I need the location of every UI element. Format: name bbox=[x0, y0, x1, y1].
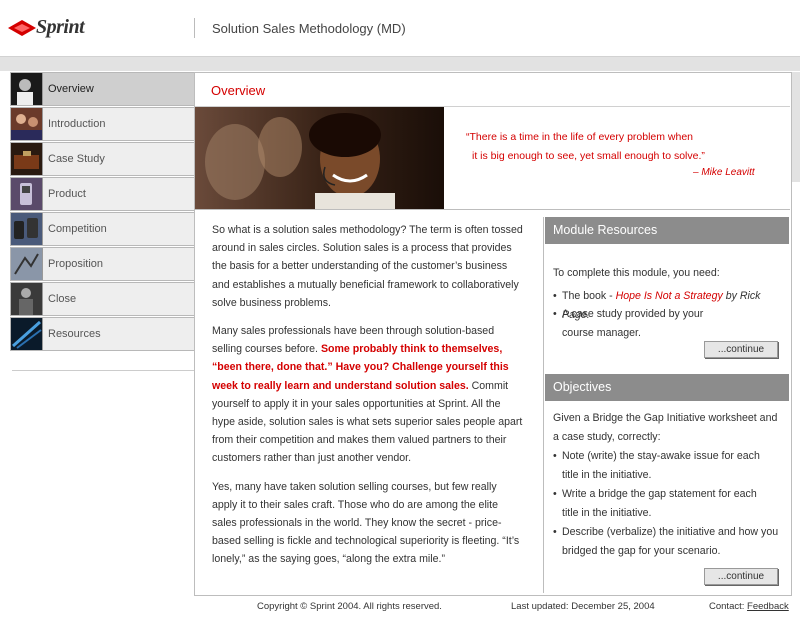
quote-line-2: it is big enough to see, yet small enoug… bbox=[472, 150, 705, 162]
feedback-link[interactable]: Feedback bbox=[747, 601, 789, 612]
book-title: Hope Is Not a Strategy bbox=[615, 290, 723, 302]
bullet-icon: • bbox=[553, 526, 557, 538]
sidebar-item-label: Overview bbox=[48, 83, 94, 95]
bullet-icon: • bbox=[553, 290, 557, 302]
paragraph-3: Yes, many have taken solution selling co… bbox=[212, 480, 520, 566]
brand-logo-text: Sprint bbox=[36, 16, 85, 38]
sidebar-item-label: Proposition bbox=[48, 258, 104, 270]
product-thumbnail-icon bbox=[11, 178, 43, 210]
footer-contact: Contact: Feedback bbox=[709, 601, 789, 612]
sidebar-item-label: Case Study bbox=[48, 153, 105, 165]
objective-text: Write a bridge the gap statement for eac… bbox=[562, 488, 757, 519]
quote-author: – Mike Leavitt bbox=[693, 167, 755, 178]
sidebar-item-case-study[interactable]: Case Study bbox=[10, 142, 195, 176]
hero-divider bbox=[195, 209, 790, 210]
book-prefix: The book - bbox=[562, 290, 616, 302]
objective-text: Note (write) the stay-awake issue for ea… bbox=[562, 450, 760, 481]
sidebar-item-label: Product bbox=[48, 188, 86, 200]
sidebar-item-label: Close bbox=[48, 293, 77, 305]
footer-copyright: Copyright © Sprint 2004. All rights rese… bbox=[257, 601, 442, 612]
objective-text: Describe (verbalize) the initiative and … bbox=[562, 526, 779, 557]
overview-body: So what is a solution sales methodology?… bbox=[212, 221, 524, 579]
objective-item-1: • Note (write) the stay-awake issue for … bbox=[553, 447, 793, 485]
close-thumbnail-icon bbox=[11, 283, 43, 315]
case-study-text: A case study provided by your course man… bbox=[562, 308, 704, 339]
objectives-intro: Given a Bridge the Gap Initiative worksh… bbox=[553, 412, 778, 443]
sidebar-item-label: Competition bbox=[48, 223, 107, 235]
sidebar-item-competition[interactable]: Competition bbox=[10, 212, 195, 246]
resources-intro: To complete this module, you need: bbox=[553, 267, 720, 279]
sidebar-item-proposition[interactable]: Proposition bbox=[10, 247, 195, 281]
paragraph-2: Many sales professionals have been throu… bbox=[212, 322, 524, 468]
objectives-header: Objectives bbox=[545, 374, 789, 401]
sidebar-bottom-line bbox=[12, 370, 195, 371]
objectives-continue-button[interactable]: ...continue bbox=[704, 568, 778, 585]
objective-item-3: • Describe (verbalize) the initiative an… bbox=[553, 523, 793, 561]
objectives-title: Objectives bbox=[553, 380, 612, 394]
overview-thumbnail-icon bbox=[11, 73, 43, 105]
sidebar-item-overview[interactable]: Overview bbox=[10, 72, 195, 106]
case-study-thumbnail-icon bbox=[11, 143, 43, 175]
paragraph-1: So what is a solution sales methodology?… bbox=[212, 224, 523, 309]
sidebar-item-introduction[interactable]: Introduction bbox=[10, 107, 195, 141]
bullet-icon: • bbox=[553, 308, 557, 320]
module-resources-title: Module Resources bbox=[553, 223, 658, 237]
resource-item-case-study: • A case study provided by your course m… bbox=[553, 305, 793, 345]
competition-thumbnail-icon bbox=[11, 213, 43, 245]
bullet-icon: • bbox=[553, 450, 557, 462]
sidebar-item-label: Resources bbox=[48, 328, 101, 340]
sidebar-item-close[interactable]: Close bbox=[10, 282, 195, 316]
bullet-icon: • bbox=[553, 488, 557, 500]
module-resources-header: Module Resources bbox=[545, 217, 789, 244]
sidebar-item-resources[interactable]: Resources bbox=[10, 317, 195, 351]
resources-thumbnail-icon bbox=[11, 318, 43, 350]
contact-label: Contact: bbox=[709, 601, 748, 612]
quote-line-1: “There is a time in the life of every pr… bbox=[466, 131, 694, 143]
app-title: Solution Sales Methodology (MD) bbox=[212, 21, 406, 36]
header-separator bbox=[194, 18, 195, 38]
sidebar-item-label: Introduction bbox=[48, 118, 106, 130]
header-band bbox=[0, 56, 800, 71]
page-title: Overview bbox=[211, 83, 266, 98]
introduction-thumbnail-icon bbox=[11, 108, 43, 140]
hero-image bbox=[195, 107, 444, 209]
objective-item-2: • Write a bridge the gap statement for e… bbox=[553, 485, 793, 523]
resource-item-book: • The book - Hope Is Not a Strategy by R… bbox=[553, 287, 793, 321]
footer-last-updated: Last updated: December 25, 2004 bbox=[511, 601, 655, 612]
sidebar-item-product[interactable]: Product bbox=[10, 177, 195, 211]
paragraph-2-rest: Commit yourself to apply it in your sale… bbox=[212, 379, 523, 465]
proposition-thumbnail-icon bbox=[11, 248, 43, 280]
resources-continue-button[interactable]: ...continue bbox=[704, 341, 778, 358]
